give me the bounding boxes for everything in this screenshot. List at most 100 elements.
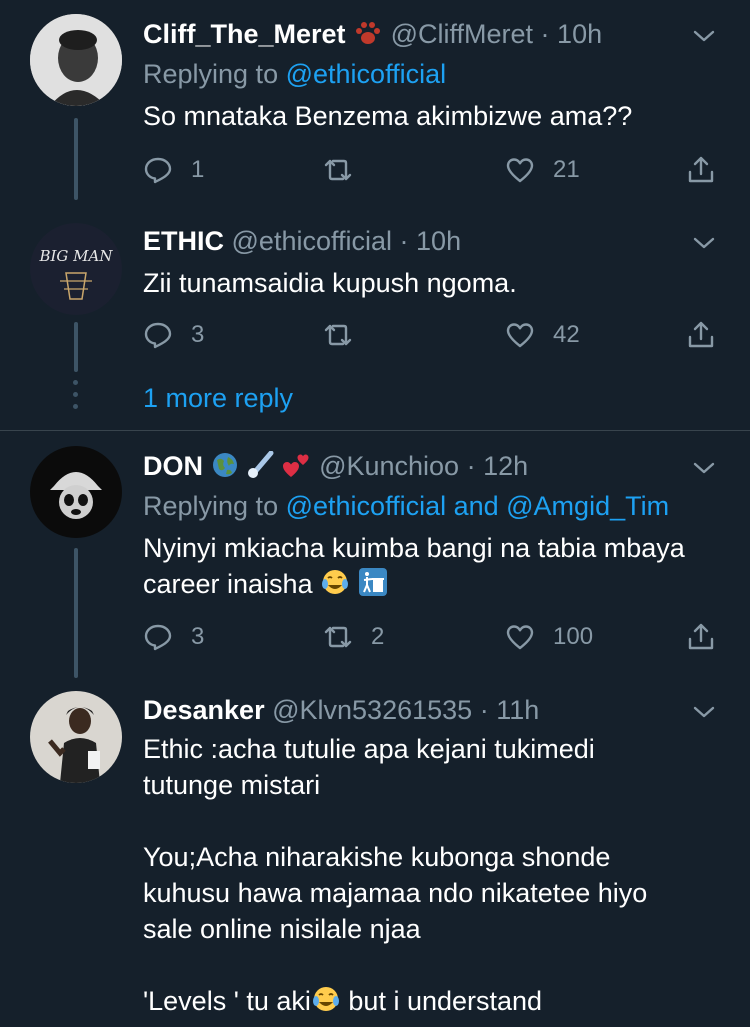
tweet-text-line: Ethic :acha tutulie apa kejani tukimedi [143, 734, 595, 764]
retweet-count: 2 [371, 623, 385, 650]
like-button[interactable]: 21 [505, 150, 580, 190]
tweet-text-line: kuhusu hawa majamaa ndo nikatetee hiyo [143, 878, 648, 908]
comet-emoji-icon [246, 450, 274, 487]
separator-dot: · [466, 451, 476, 481]
share-button[interactable] [686, 617, 716, 657]
thread-line [74, 118, 78, 200]
heart-icon [506, 158, 534, 183]
chevron-down-icon[interactable] [692, 700, 716, 724]
like-count: 100 [553, 623, 594, 650]
heart-icon [506, 625, 534, 650]
globe-emoji-icon [211, 451, 239, 487]
handle[interactable]: @CliffMeret [391, 19, 533, 49]
share-icon [688, 623, 714, 650]
avatar-text: BIG MAN [38, 247, 113, 265]
thread-line [74, 322, 78, 372]
avatar[interactable]: BIG MAN [30, 223, 122, 315]
display-name[interactable]: DON [143, 451, 203, 481]
like-button[interactable]: 100 [505, 617, 593, 657]
display-name[interactable]: Desanker [143, 695, 265, 725]
two-hearts-emoji-icon [282, 451, 312, 487]
retweet-icon [324, 324, 352, 346]
separator-dot: · [399, 226, 409, 256]
separator-dot: · [479, 695, 489, 725]
tweet-header: Desanker @Klvn53261535 · 11h [143, 693, 539, 727]
tweet-actions: 3 42 [143, 315, 723, 355]
reply-icon [144, 157, 172, 184]
paw-icon [353, 19, 383, 55]
tweet-text-part: but i understand [340, 986, 543, 1016]
handle[interactable]: @Klvn53261535 [272, 695, 472, 725]
timestamp[interactable]: 10h [557, 19, 602, 49]
tweet-actions: 3 2 100 [143, 617, 723, 657]
chevron-down-icon[interactable] [692, 456, 716, 480]
reply-count: 3 [191, 623, 205, 650]
timestamp[interactable]: 11h [496, 695, 539, 725]
reply-icon [144, 322, 172, 349]
trash-bin-emoji-icon [358, 567, 388, 606]
tweet-header: ETHIC @ethicofficial · 10h [143, 224, 461, 258]
retweet-icon [324, 159, 352, 181]
chevron-down-icon[interactable] [692, 24, 716, 48]
retweet-button[interactable]: 2 [323, 617, 384, 657]
timestamp[interactable]: 12h [483, 451, 528, 481]
heart-icon [506, 323, 534, 348]
like-count: 21 [553, 156, 580, 183]
retweet-button[interactable] [323, 315, 371, 355]
tweet-text-line: tutunge mistari [143, 770, 321, 800]
thread-line [74, 548, 78, 678]
share-button[interactable] [686, 150, 716, 190]
tweet-cliff[interactable]: Cliff_The_Meret @CliffMeret · 10h Replyi… [0, 0, 750, 210]
tweet-actions: 1 21 [143, 150, 723, 190]
tweet-text-part: 'Levels ' tu aki [143, 986, 311, 1016]
handle[interactable]: @Kunchioo [319, 451, 459, 481]
reply-button[interactable]: 3 [143, 617, 204, 657]
retweet-icon [324, 626, 352, 648]
replying-to-prefix: Replying to [143, 491, 279, 521]
reply-button[interactable]: 1 [143, 150, 204, 190]
tweet-text: Ethic :acha tutulie apa kejani tukimedi … [143, 731, 723, 1023]
reply-button[interactable]: 3 [143, 315, 204, 355]
replying-to: Replying to @ethicofficial and @Amgid_Ti… [143, 489, 669, 523]
tweet-text-line: sale online nisilale njaa [143, 914, 421, 944]
retweet-button[interactable] [323, 150, 371, 190]
handle[interactable]: @ethicofficial [232, 226, 392, 256]
replying-to-link[interactable]: @ethicofficial and @Amgid_Tim [286, 491, 669, 521]
replying-to: Replying to @ethicofficial [143, 57, 446, 91]
tweet-text-line-2: career inaisha [143, 566, 723, 606]
tweet-ethic[interactable]: BIG MAN ETHIC @ethicofficial · 10h Zii t… [0, 210, 750, 430]
tweet-text: Nyinyi mkiacha kuimba bangi na tabia mba… [143, 530, 723, 606]
tears-of-joy-emoji-icon [311, 984, 341, 1023]
like-count: 42 [553, 321, 580, 348]
tweet-desanker[interactable]: Desanker @Klvn53261535 · 11h Ethic :acha… [0, 681, 750, 1027]
share-icon [688, 321, 714, 348]
replying-to-link[interactable]: @ethicofficial [286, 59, 446, 89]
chevron-down-icon[interactable] [692, 231, 716, 255]
tweet-text: Zii tunamsaidia kupush ngoma. [143, 268, 517, 298]
reply-icon [144, 624, 172, 651]
tweet-text-line: career inaisha [143, 569, 313, 599]
reply-count: 1 [191, 156, 205, 183]
tweet-header: Cliff_The_Meret @CliffMeret · 10h [143, 17, 602, 55]
display-name[interactable]: Cliff_The_Meret [143, 19, 346, 49]
avatar[interactable] [30, 446, 122, 538]
tweet-text-line: You;Acha niharakishe kubonga shonde [143, 842, 611, 872]
more-replies-link[interactable]: 1 more reply [143, 383, 293, 414]
tweet-header: DON @Kunchioo · 12h [143, 449, 528, 487]
display-name[interactable]: ETHIC [143, 226, 224, 256]
like-button[interactable]: 42 [505, 315, 580, 355]
tears-of-joy-emoji-icon [320, 567, 350, 606]
tweet-text-line-last: 'Levels ' tu aki but i understand [143, 983, 723, 1023]
thread-dots [73, 380, 79, 416]
tweet-don[interactable]: DON @Kunchioo · 12h Replying to @ethicof… [0, 431, 750, 681]
avatar[interactable] [30, 691, 122, 783]
tweet-text-line: Nyinyi mkiacha kuimba bangi na tabia mba… [143, 533, 685, 563]
replying-to-prefix: Replying to [143, 59, 279, 89]
timestamp[interactable]: 10h [416, 226, 461, 256]
avatar[interactable] [30, 14, 122, 106]
tweet-text: So mnataka Benzema akimbizwe ama?? [143, 101, 633, 131]
share-button[interactable] [686, 315, 716, 355]
share-icon [688, 156, 714, 183]
reply-count: 3 [191, 321, 205, 348]
separator-dot: · [540, 19, 550, 49]
